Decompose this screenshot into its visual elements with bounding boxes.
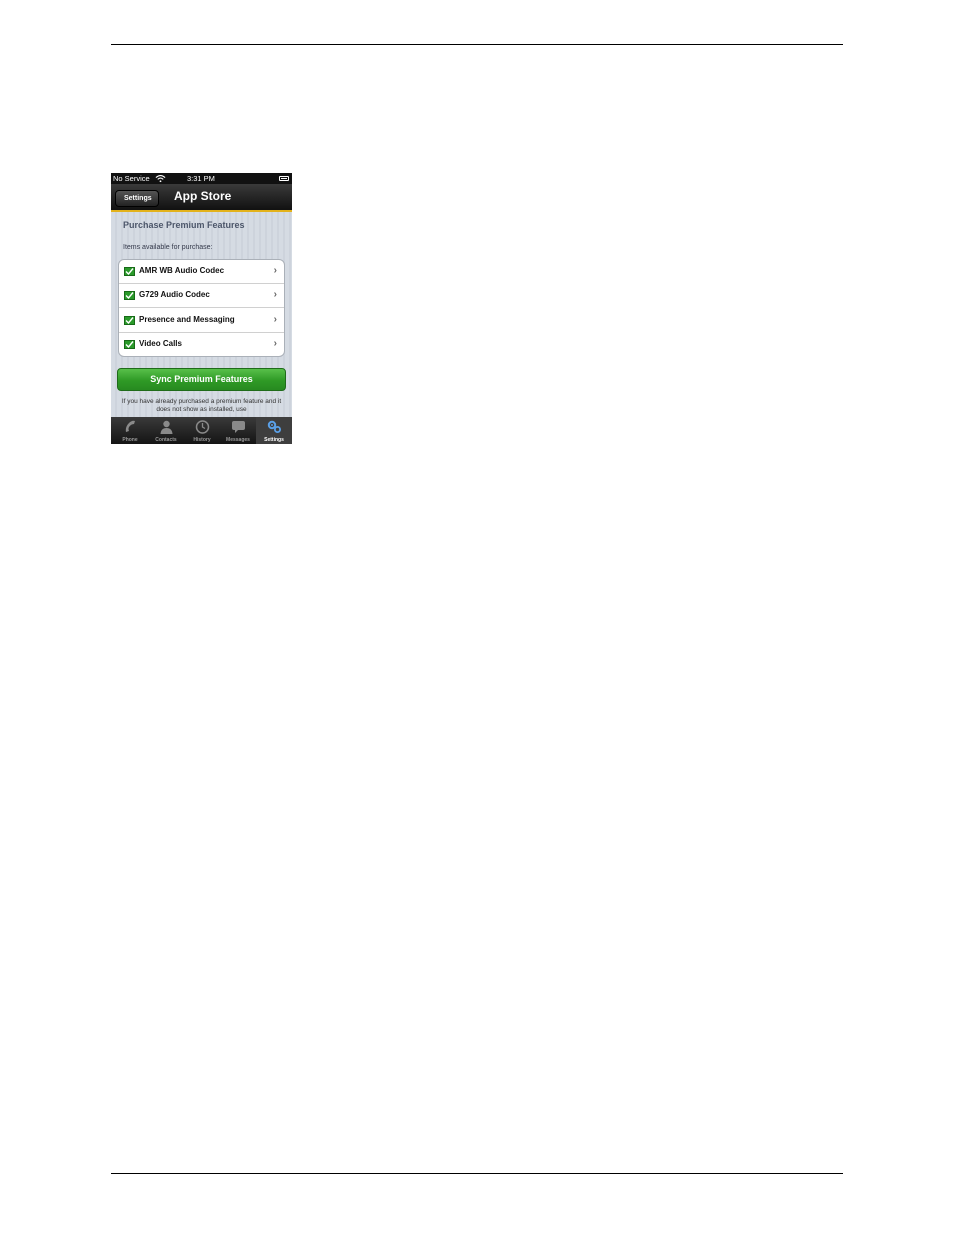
- list-item-label: G729 Audio Codec: [139, 290, 210, 299]
- checkmark-icon: [124, 291, 135, 300]
- phone-icon: [125, 420, 135, 432]
- contacts-icon: [160, 420, 173, 434]
- list-item-label: AMR WB Audio Codec: [139, 266, 225, 275]
- sync-premium-features-button[interactable]: Sync Premium Features: [117, 368, 286, 391]
- section-subtitle: Items available for purchase:: [123, 244, 213, 251]
- messages-bubble-icon: [232, 421, 245, 433]
- wifi-icon: [155, 174, 166, 183]
- checkmark-icon: [124, 316, 135, 325]
- tab-label: Messages: [226, 437, 250, 443]
- clock-text: 3:31 PM: [187, 174, 215, 183]
- battery-icon: [279, 176, 289, 181]
- help-note: If you have already purchased a premium …: [121, 398, 282, 413]
- checkmark-icon: [124, 340, 135, 349]
- content-area: Purchase Premium Features Items availabl…: [111, 212, 292, 417]
- gears-icon: [267, 420, 281, 433]
- checkmark-icon: [124, 267, 135, 276]
- tab-label: Settings: [264, 437, 284, 443]
- list-item-video-calls[interactable]: Video Calls ›: [119, 333, 284, 356]
- list-item-label: Video Calls: [139, 339, 182, 348]
- header-rule: [111, 44, 843, 45]
- tab-history[interactable]: History: [184, 417, 220, 444]
- tab-label: Phone: [122, 437, 138, 443]
- status-bar: No Service 3:31 PM: [111, 173, 292, 184]
- tab-messages[interactable]: Messages: [220, 417, 256, 444]
- tab-label: History: [193, 437, 211, 443]
- tab-label: Contacts: [155, 437, 177, 443]
- navigation-bar: Settings App Store: [111, 184, 292, 212]
- list-item-amr-wb[interactable]: AMR WB Audio Codec ›: [119, 260, 284, 284]
- page-title: App Store: [174, 189, 232, 203]
- footer-rule: [111, 1173, 843, 1174]
- chevron-right-icon: ›: [273, 289, 277, 300]
- tab-bar: Phone Contacts History Messages Settings: [111, 417, 292, 444]
- tab-settings[interactable]: Settings: [256, 417, 292, 444]
- settings-back-button[interactable]: Settings: [115, 190, 159, 207]
- list-item-g729[interactable]: G729 Audio Codec ›: [119, 284, 284, 308]
- carrier-text: No Service: [113, 174, 150, 183]
- tab-phone[interactable]: Phone: [112, 417, 148, 444]
- feature-list: AMR WB Audio Codec › G729 Audio Codec › …: [118, 259, 285, 357]
- list-item-presence-messaging[interactable]: Presence and Messaging ›: [119, 309, 284, 333]
- section-title: Purchase Premium Features: [123, 220, 245, 230]
- chevron-right-icon: ›: [273, 338, 277, 349]
- phone-screenshot: No Service 3:31 PM Settings App Store Pu…: [111, 173, 292, 444]
- history-clock-icon: [195, 420, 210, 434]
- tab-contacts[interactable]: Contacts: [148, 417, 184, 444]
- list-item-label: Presence and Messaging: [139, 315, 235, 324]
- chevron-right-icon: ›: [273, 265, 277, 276]
- chevron-right-icon: ›: [273, 314, 277, 325]
